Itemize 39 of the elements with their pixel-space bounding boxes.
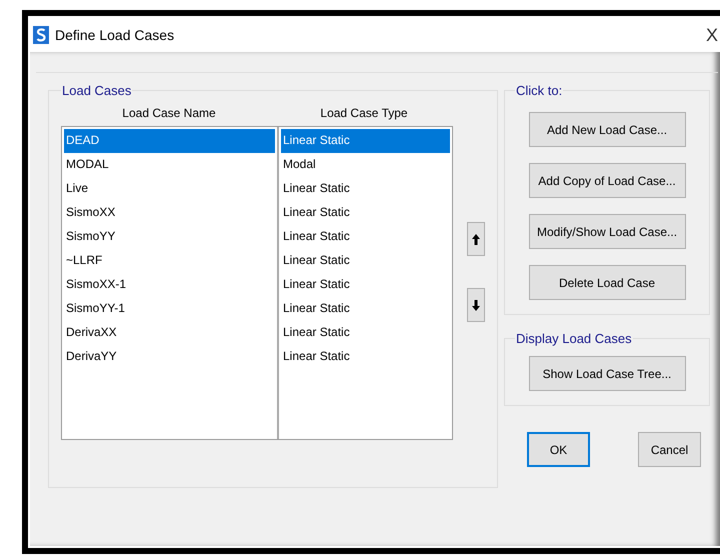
action-button[interactable]: Show Load Case Tree... (528, 356, 686, 391)
dialog-button[interactable]: Cancel (638, 432, 701, 467)
list-item[interactable]: MODAL (64, 153, 275, 177)
list-item[interactable]: SismoYY (64, 225, 275, 249)
list-item[interactable]: ~LLRF (64, 249, 275, 273)
list-item[interactable]: Linear Static (281, 321, 450, 345)
app-logo-icon (33, 26, 49, 44)
column-header: Load Case Name (121, 106, 217, 120)
group-title: Display Load Cases (515, 331, 633, 346)
list-item[interactable]: SismoYY-1 (64, 297, 275, 321)
list-item[interactable]: Linear Static (281, 273, 450, 297)
move-up-button[interactable] (467, 222, 485, 256)
action-button[interactable]: Modify/Show Load Case... (528, 214, 686, 249)
list-item[interactable]: DEAD (64, 129, 275, 153)
move-down-button[interactable] (467, 288, 485, 322)
list-item[interactable]: Linear Static (281, 177, 450, 201)
list-item[interactable]: Linear Static (281, 225, 450, 249)
list-item[interactable]: Linear Static (281, 249, 450, 273)
close-button[interactable]: X (706, 24, 720, 46)
window-title: Define Load Cases (55, 27, 176, 43)
down-arrow-icon (472, 300, 480, 310)
column-header: Load Case Type (319, 106, 409, 120)
action-button[interactable]: Add Copy of Load Case... (528, 163, 686, 198)
action-button[interactable]: Delete Load Case (528, 265, 686, 300)
list-item[interactable]: Linear Static (281, 129, 450, 153)
list-item[interactable]: SismoXX-1 (64, 273, 275, 297)
list-item[interactable]: Modal (281, 153, 450, 177)
list-item[interactable]: Linear Static (281, 201, 450, 225)
dialog-button[interactable]: OK (527, 432, 590, 467)
list-item[interactable]: DerivaXX (64, 321, 275, 345)
action-button[interactable]: Add New Load Case... (528, 112, 686, 147)
list-item[interactable]: SismoXX (64, 201, 275, 225)
list-item[interactable]: Linear Static (281, 297, 450, 321)
group-title: Click to: (515, 83, 564, 98)
list-item[interactable]: Live (64, 177, 275, 201)
group-title: Load Cases (61, 83, 132, 98)
list-item[interactable]: DerivaYY (64, 345, 275, 369)
up-arrow-icon (472, 234, 480, 244)
list-item[interactable]: Linear Static (281, 345, 450, 369)
